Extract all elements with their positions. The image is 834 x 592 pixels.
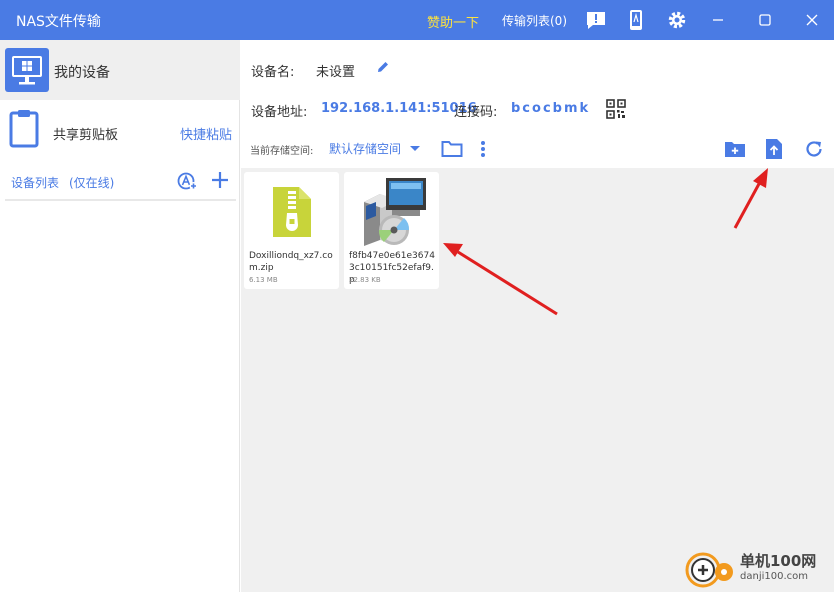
plus-icon[interactable]	[210, 170, 230, 194]
app-title: NAS文件传输	[16, 14, 101, 30]
upload-file-icon[interactable]	[763, 137, 785, 161]
new-folder-icon[interactable]	[723, 138, 747, 160]
sidebar-item-my-device[interactable]: 我的设备	[0, 40, 240, 100]
device-list-header: 设备列表 (仅在线)	[5, 163, 236, 201]
add-device-icon[interactable]	[177, 171, 199, 195]
transfer-list-button[interactable]: 传输列表(0)	[502, 12, 567, 29]
file-item-zip[interactable]: Doxilliondq_xz7.com.zip 6.13 MB	[244, 172, 339, 289]
close-icon[interactable]	[802, 10, 822, 30]
file-grid: Doxilliondq_xz7.com.zip 6.13 MB f8fb47e0…	[241, 168, 834, 592]
gear-icon[interactable]	[666, 9, 688, 31]
storage-select-value: 默认存储空间	[329, 142, 402, 156]
watermark-url: danji100.com	[740, 571, 808, 582]
quick-paste-button[interactable]: 快捷粘贴	[180, 124, 232, 143]
file-size: 6.13 MB	[249, 276, 278, 284]
clipboard-icon	[8, 108, 40, 152]
edit-pencil-icon[interactable]	[375, 59, 391, 75]
watermark-text: 单机100网	[740, 552, 817, 570]
device-address-label: 设备地址:	[251, 105, 308, 120]
sidebar: 我的设备 共享剪贴板 快捷粘贴 设备列表 (仅在线)	[0, 40, 240, 592]
refresh-icon[interactable]	[803, 138, 825, 160]
watermark: 单机100网 danji100.com	[684, 548, 832, 588]
connection-code-value: bcocbmk	[511, 101, 591, 116]
device-list-label: 设备列表	[11, 176, 60, 190]
storage-label: 当前存储空间:	[250, 146, 314, 157]
zip-file-icon	[244, 174, 339, 250]
main-panel: 设备名: 未设置 设备地址: 192.168.1.141:51016 连接码: …	[241, 40, 834, 592]
installer-file-icon	[344, 174, 439, 250]
folder-icon[interactable]	[440, 138, 464, 160]
file-item-installer[interactable]: f8fb47e0e61e36743c10151fc52efaf9.p 22.83…	[344, 172, 439, 289]
file-name: Doxilliondq_xz7.com.zip	[249, 251, 333, 273]
sponsor-link[interactable]: 赞助一下	[427, 12, 479, 31]
title-bar: NAS文件传输 赞助一下 传输列表(0)	[0, 0, 834, 40]
minimize-icon[interactable]	[708, 10, 728, 30]
device-list-online-filter: (仅在线)	[69, 176, 115, 190]
storage-toolbar: 当前存储空间: 默认存储空间	[241, 132, 834, 168]
phone-icon[interactable]	[625, 9, 647, 31]
maximize-icon[interactable]	[755, 10, 775, 30]
sidebar-item-clipboard[interactable]: 共享剪贴板 快捷粘贴	[0, 100, 240, 160]
watermark-logo-icon	[684, 550, 738, 592]
qr-code-icon[interactable]	[605, 98, 627, 120]
storage-select[interactable]: 默认存储空间	[329, 140, 421, 157]
more-vertical-icon[interactable]	[477, 138, 489, 160]
caret-down-icon	[409, 142, 421, 156]
clipboard-label: 共享剪贴板	[53, 128, 119, 143]
connection-code-label: 连接码:	[454, 105, 498, 120]
windows-monitor-icon	[5, 48, 49, 92]
my-device-label: 我的设备	[54, 65, 110, 81]
file-size: 22.83 KB	[349, 276, 381, 284]
device-name-label: 设备名:	[251, 65, 295, 80]
feedback-icon[interactable]	[585, 9, 607, 31]
device-name-value: 未设置	[316, 65, 356, 80]
